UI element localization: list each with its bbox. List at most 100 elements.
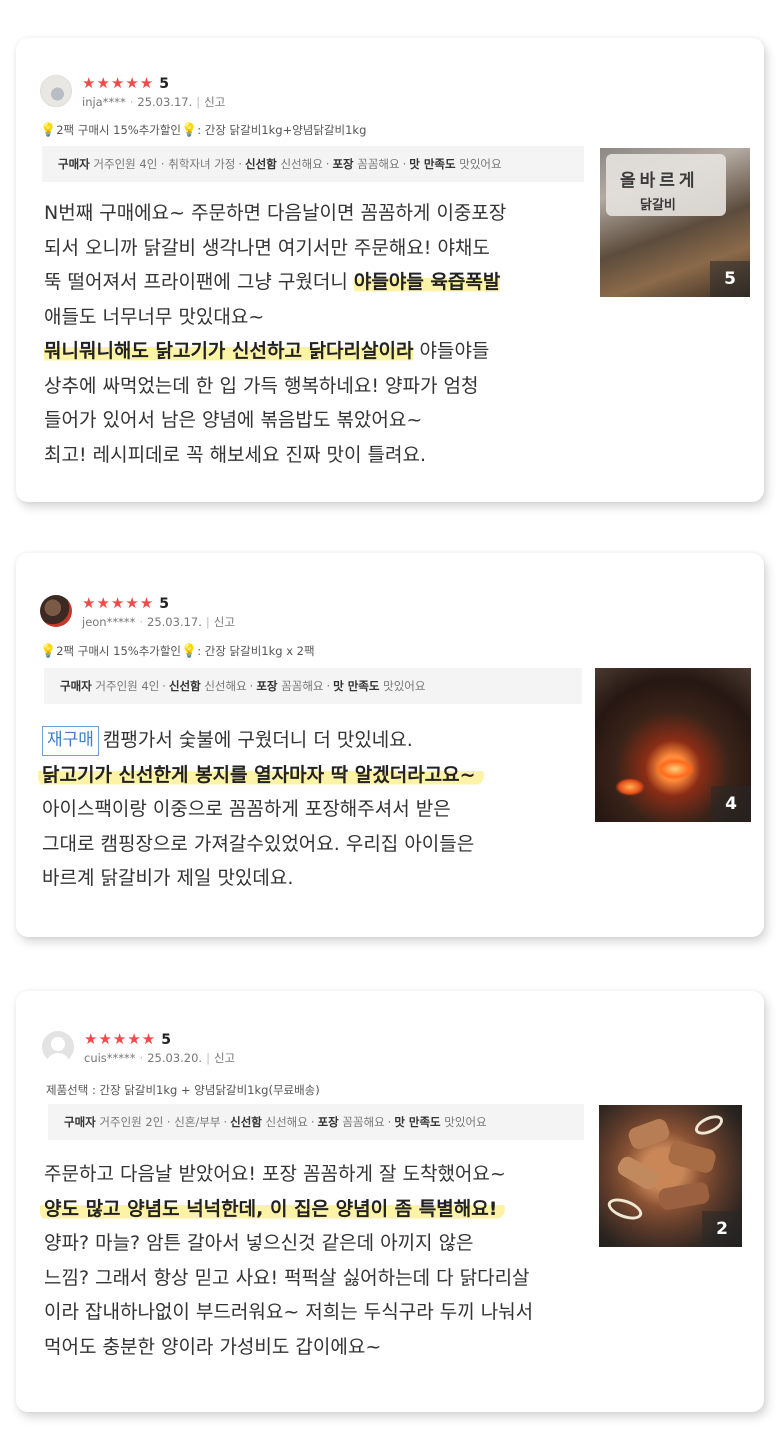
- rating-score: 5: [159, 596, 169, 612]
- review-photo[interactable]: 2: [599, 1105, 742, 1247]
- default-avatar-icon: [42, 1031, 74, 1063]
- review-photo[interactable]: 올바르게 닭갈비 5: [600, 148, 750, 297]
- review-line: 뚝 떨어져서 프라이팬에 그냥 구웠더니 야들야들 육즙폭발: [44, 265, 506, 300]
- review-line: 그대로 캠핑장으로 가져갈수있었어요. 우리집 아이들은: [42, 832, 475, 855]
- review-photo[interactable]: 4: [595, 668, 751, 822]
- reviewer-id: cuis*****: [84, 1051, 136, 1065]
- avatar: [40, 75, 72, 107]
- highlighted-text: 양도 많고 양념도 넉넉한데, 이 집은 양념이 좀 특별해요!: [40, 1197, 506, 1220]
- review-line: 먹어도 충분한 양이라 가성비도 갑이에요~: [44, 1335, 382, 1358]
- review-text: N번째 구매에요~ 주문하면 다음날이면 꼼꼼하게 이중포장 되서 오니까 닭갈…: [44, 196, 506, 472]
- lightbulb-icon: 💡: [181, 123, 198, 138]
- review-text: 재구매 캠팽가서 숯불에 구웠더니 더 맛있네요. 닭고기가 신선한게 봉지를 열…: [38, 723, 484, 896]
- highlighted-text: 닭고기가 신선한게 봉지를 열자마자 딱 알겠더라고요~: [38, 763, 484, 786]
- review-line: 상추에 싸먹었는데 한 입 가득 행복하네요! 양파가 엄청: [44, 374, 479, 397]
- review-line: 닭고기가 신선한게 봉지를 열자마자 딱 알겠더라고요~: [38, 758, 484, 793]
- purchase-option: 💡2팩 구매시 15%추가할인💡: 간장 닭갈비1kg x 2팩: [40, 643, 315, 659]
- review-line: 느낌? 그래서 항상 믿고 사요! 퍽퍽살 싫어하는데 다 닭다리살: [44, 1266, 530, 1289]
- meat-piece: [657, 1180, 711, 1212]
- photo-count: 2: [702, 1211, 742, 1247]
- survey-taste-label: 맛 만족도: [409, 157, 456, 171]
- review-line: 최고! 레시피데로 꼭 해보세요 진짜 맛이 틀려요.: [44, 443, 427, 466]
- survey-pack-label: 포장: [332, 157, 354, 171]
- review-line-part: 캠팽가서 숯불에 구웠더니 더 맛있네요.: [102, 729, 413, 751]
- review-line: 들어가 있어서 남은 양념에 볶음밥도 볶았어요~: [44, 409, 423, 431]
- star-icon: ★★★★★: [84, 1030, 157, 1048]
- review-date: 25.03.17.: [137, 95, 193, 109]
- ember: [615, 778, 645, 796]
- survey-fresh-value: 신선해요: [265, 1115, 308, 1129]
- star-icon: ★★★★★: [82, 74, 155, 92]
- review-line: 양파? 마늘? 암튼 갈아서 넣으신것 같은데 아끼지 않은: [44, 1232, 474, 1254]
- review-line-part: 뚝 떨어져서 프라이팬에 그냥 구웠더니: [44, 271, 354, 293]
- review-survey: 구매자 거주인원 2인 · 신혼/부부 · 신선함 신선해요 · 포장 꼼꼼해요 · 맛 만…: [48, 1104, 584, 1140]
- product-bag: 올바르게 닭갈비: [606, 154, 726, 216]
- survey-buyer-value: 거주인원 4인: [95, 679, 160, 693]
- review-meta: jeon***** · 25.03.17. | 신고: [82, 615, 235, 629]
- rating-score: 5: [159, 76, 169, 92]
- reviewer-id: jeon*****: [82, 615, 136, 629]
- report-link[interactable]: 신고: [214, 615, 235, 629]
- rating: ★★★★★ 5: [82, 594, 169, 612]
- survey-pack-value: 꼼꼼해요: [342, 1115, 385, 1129]
- review-line: 주문하고 다음날 받았어요! 포장 꼼꼼하게 잘 도착했어요~: [44, 1163, 506, 1185]
- review-text: 주문하고 다음날 받았어요! 포장 꼼꼼하게 잘 도착했어요~ 양도 많고 양념…: [40, 1157, 534, 1364]
- rating: ★★★★★ 5: [84, 1030, 171, 1048]
- survey-fresh-label: 신선함: [230, 1115, 262, 1129]
- highlighted-text: 야들야들 육즙폭발: [353, 271, 501, 293]
- repurchase-tag: 재구매: [42, 726, 99, 756]
- survey-fresh-label: 신선함: [245, 157, 277, 171]
- purchase-option: 제품선택 : 간장 닭갈비1kg + 양념닭갈비1kg(무료배송): [46, 1083, 320, 1097]
- survey-buyer-value: 거주인원 2인 · 신혼/부부: [99, 1115, 221, 1129]
- avatar-head: [51, 1037, 65, 1051]
- review-line: 뭐니뭐니해도 닭고기가 신선하고 닭다리살이라 야들야들: [44, 334, 506, 369]
- option-product: : 간장 닭갈비1kg x 2팩: [197, 644, 315, 658]
- survey-taste-value: 맛있어요: [459, 157, 502, 171]
- photo-count: 4: [711, 786, 751, 822]
- review-card: ★★★★★ 5 inja**** · 25.03.17. | 신고 💡2팩 구매시 15%…: [16, 38, 764, 502]
- review-date: 25.03.17.: [147, 615, 202, 629]
- review-card: ★★★★★ 5 jeon***** · 25.03.17. | 신고 💡2팩 구매시 15…: [16, 553, 764, 937]
- survey-pack-value: 꼼꼼해요: [281, 679, 324, 693]
- review-survey: 구매자 거주인원 4인 · 취학자녀 가정 · 신선함 신선해요 · 포장 꼼꼼해요 · 맛…: [42, 146, 584, 182]
- photo-count: 5: [710, 261, 750, 297]
- onion-slice: [605, 1194, 645, 1224]
- survey-buyer-label: 구매자: [58, 157, 90, 171]
- survey-buyer-value: 거주인원 4인 · 취학자녀 가정: [93, 157, 236, 171]
- report-link[interactable]: 신고: [214, 1051, 235, 1065]
- review-line: N번째 구매에요~ 주문하면 다음날이면 꼼꼼하게 이중포장: [44, 202, 507, 224]
- review-date: 25.03.20.: [147, 1051, 203, 1065]
- report-link[interactable]: 신고: [204, 95, 225, 109]
- review-line: 재구매 캠팽가서 숯불에 구웠더니 더 맛있네요.: [42, 723, 484, 758]
- review-meta: cuis***** · 25.03.20. | 신고: [84, 1051, 236, 1065]
- survey-taste-value: 맛있어요: [383, 679, 426, 693]
- star-icon: ★★★★★: [82, 594, 155, 612]
- review-card: ★★★★★ 5 cuis***** · 25.03.20. | 신고 제품선택 : 간장 …: [16, 991, 764, 1412]
- avatar-body: [46, 1053, 70, 1063]
- survey-taste-label: 맛 만족도: [333, 679, 380, 693]
- rating-score: 5: [161, 1032, 171, 1048]
- review-line: 아이스팩이랑 이중으로 꼼꼼하게 포장해주셔서 받은: [42, 798, 451, 820]
- highlighted-text: 뭐니뭐니해도 닭고기가 신선하고 닭다리살이라: [44, 340, 414, 362]
- avatar: [40, 595, 72, 627]
- meat-piece: [626, 1116, 672, 1152]
- review-line: 애들도 너무너무 맛있대요~: [44, 305, 265, 328]
- review-line: 바르계 닭갈비가 제일 맛있데요.: [42, 867, 294, 889]
- meat-piece: [614, 1153, 662, 1193]
- survey-fresh-value: 신선해요: [204, 679, 247, 693]
- meat-piece: [666, 1139, 718, 1175]
- review-line: 이라 잡내하나없이 부드러워요~ 저희는 두식구라 두끼 나눠서: [44, 1301, 534, 1323]
- survey-pack-label: 포장: [256, 679, 278, 693]
- ember: [655, 758, 695, 780]
- survey-taste-value: 맛있어요: [444, 1115, 487, 1129]
- option-label: 2팩 구매시 15%추가할인: [56, 644, 182, 658]
- survey-fresh-label: 신선함: [168, 679, 201, 693]
- lightbulb-icon: 💡: [40, 644, 57, 659]
- survey-taste-label: 맛 만족도: [394, 1115, 441, 1129]
- rating: ★★★★★ 5: [82, 74, 169, 92]
- survey-pack-value: 꼼꼼해요: [357, 157, 400, 171]
- survey-pack-label: 포장: [317, 1115, 339, 1129]
- survey-buyer-label: 구매자: [60, 679, 92, 693]
- review-meta: inja**** · 25.03.17. | 신고: [82, 95, 226, 109]
- option-product: : 간장 닭갈비1kg+양념닭갈비1kg: [197, 123, 367, 137]
